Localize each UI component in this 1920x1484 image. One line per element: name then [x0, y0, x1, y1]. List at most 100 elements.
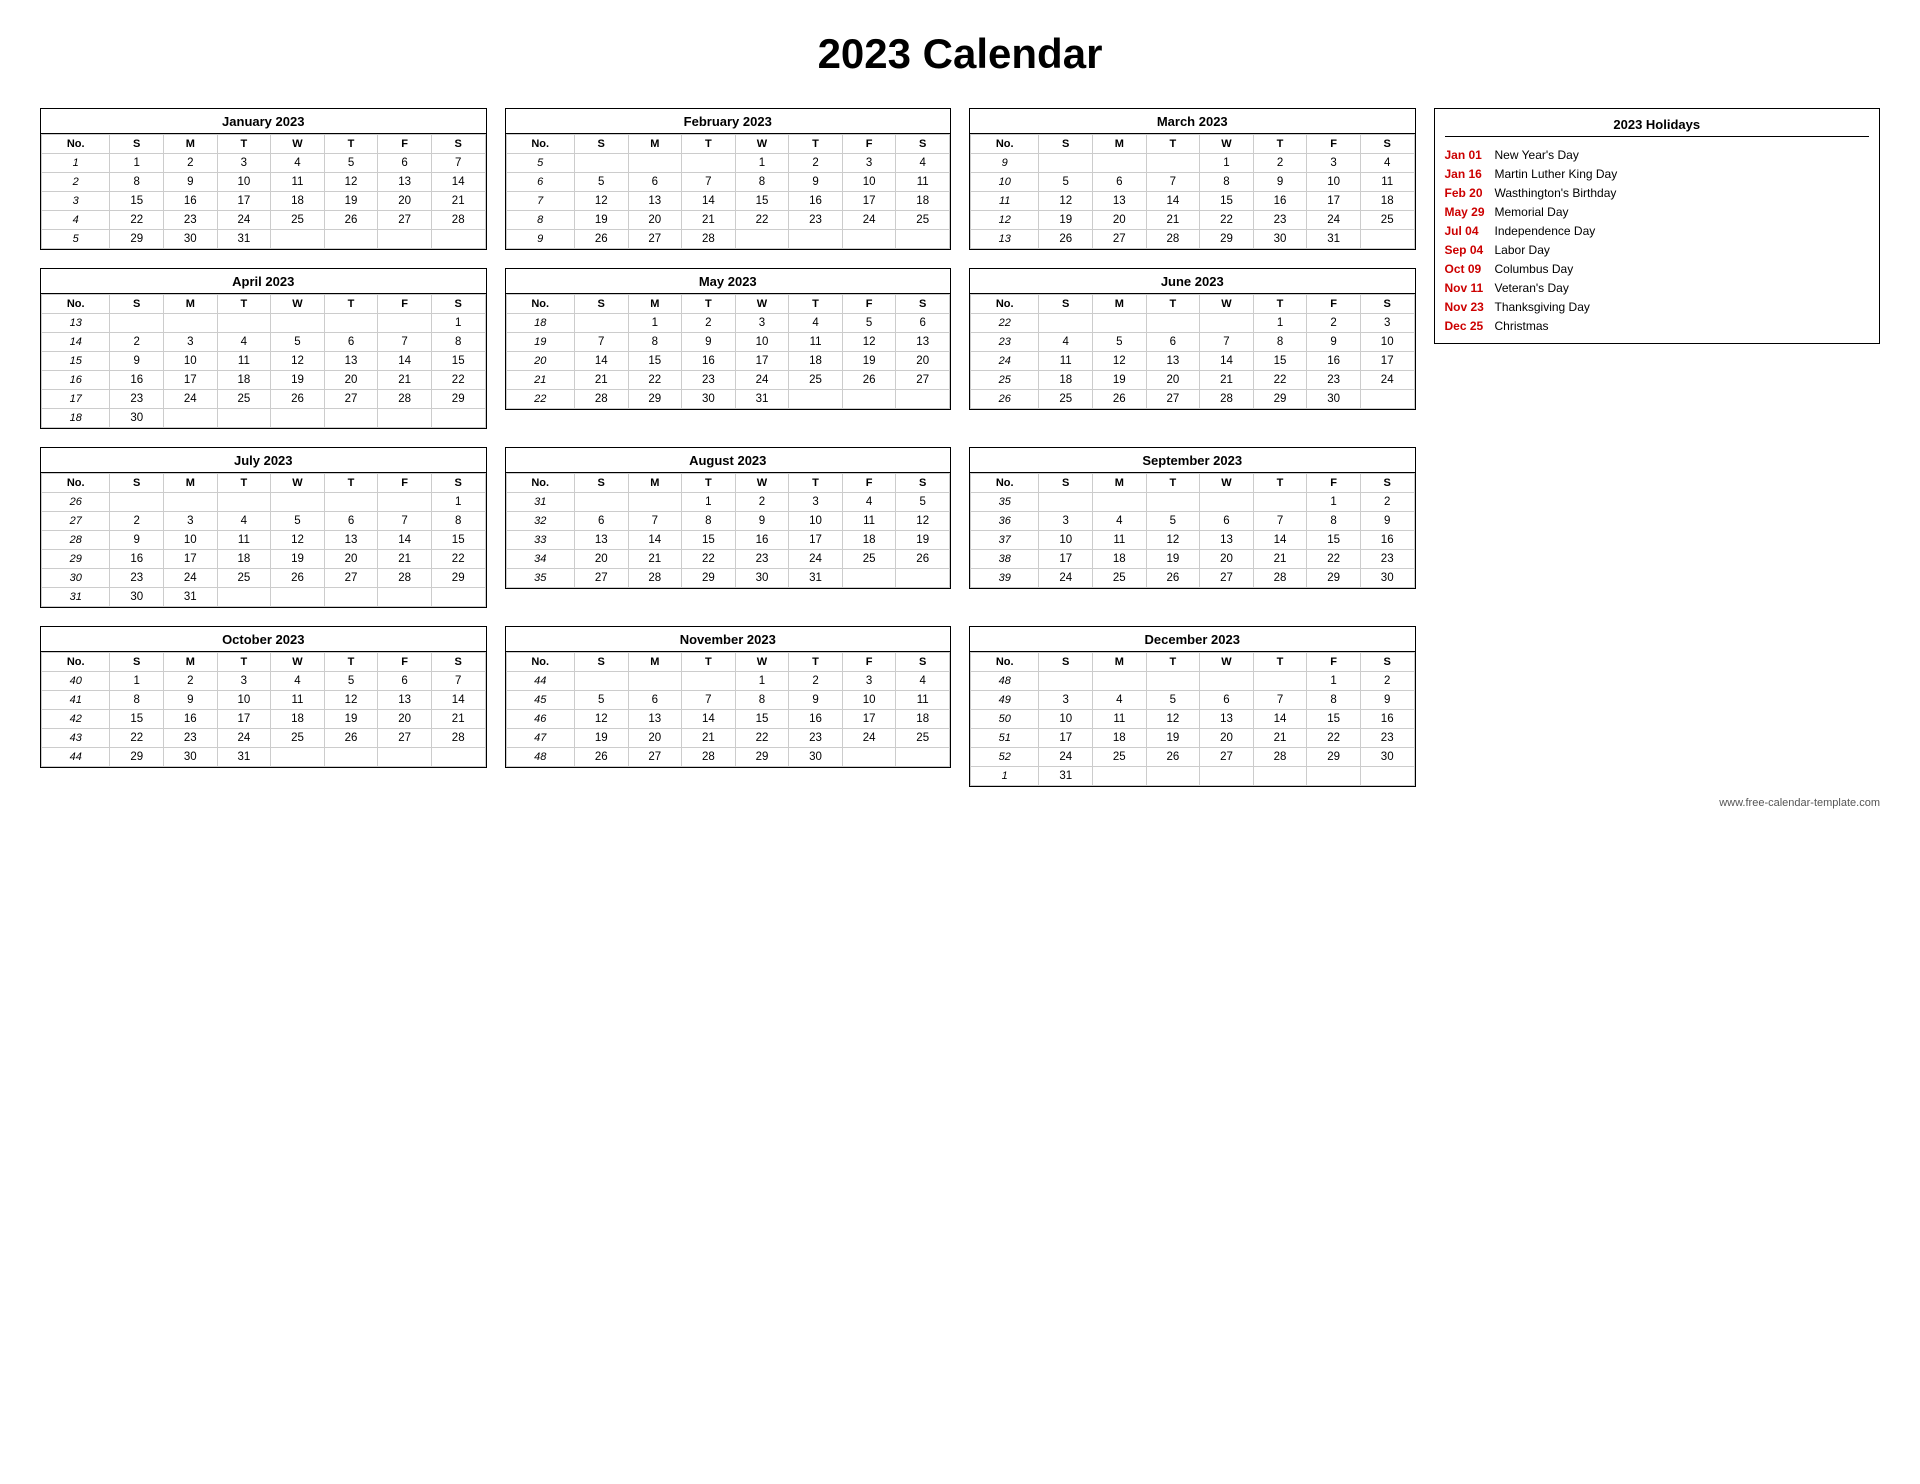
day-cell: 15: [628, 352, 682, 371]
day-header: T: [1146, 295, 1200, 314]
day-cell: 10: [1307, 173, 1361, 192]
holiday-name: Labor Day: [1495, 243, 1550, 257]
day-cell: 23: [164, 729, 218, 748]
day-cell: 16: [682, 352, 736, 371]
day-cell: [842, 569, 896, 588]
day-cell: 24: [842, 211, 896, 230]
day-header: S: [574, 135, 628, 154]
day-cell: [842, 230, 896, 249]
calendar-row: 2916171819202122: [42, 550, 486, 569]
day-cell: 18: [789, 352, 843, 371]
week-number: 47: [506, 729, 574, 748]
week-number: 18: [42, 409, 110, 428]
day-cell: [324, 409, 378, 428]
day-cell: 23: [110, 390, 164, 409]
week-number: 13: [42, 314, 110, 333]
day-cell: 25: [1360, 211, 1414, 230]
calendar-row: 3420212223242526: [506, 550, 950, 569]
day-cell: 17: [1307, 192, 1361, 211]
day-cell: 7: [378, 512, 432, 531]
day-cell: 24: [842, 729, 896, 748]
day-cell: 28: [431, 211, 485, 230]
day-header: F: [1307, 135, 1361, 154]
day-cell: 20: [378, 710, 432, 729]
day-cell: 20: [1146, 371, 1200, 390]
day-cell: 5: [324, 154, 378, 173]
day-cell: 29: [1200, 230, 1254, 249]
week-number: 35: [971, 493, 1039, 512]
day-cell: 12: [896, 512, 950, 531]
day-cell: [896, 748, 950, 767]
day-cell: 31: [1307, 230, 1361, 249]
day-header: T: [1253, 653, 1307, 672]
week-number: 44: [42, 748, 110, 767]
day-cell: [110, 493, 164, 512]
day-cell: 7: [378, 333, 432, 352]
day-cell: [1200, 493, 1254, 512]
day-cell: [271, 748, 325, 767]
day-cell: 9: [735, 512, 789, 531]
day-cell: 26: [1146, 748, 1200, 767]
day-cell: 15: [1253, 352, 1307, 371]
day-cell: 5: [324, 672, 378, 691]
day-cell: 27: [628, 748, 682, 767]
week-number: 44: [506, 672, 574, 691]
day-cell: 27: [1146, 390, 1200, 409]
holiday-item: Nov 11Veteran's Day: [1445, 278, 1870, 297]
month-block-september-2023: September 2023No.SMTWTFS3512363456789371…: [969, 447, 1416, 589]
day-cell: 3: [164, 512, 218, 531]
day-cell: 5: [271, 512, 325, 531]
day-cell: 8: [1307, 512, 1361, 531]
day-cell: 22: [628, 371, 682, 390]
day-cell: [324, 588, 378, 607]
day-cell: 11: [842, 512, 896, 531]
day-header: S: [431, 474, 485, 493]
day-cell: 28: [378, 569, 432, 588]
calendar-row: 3924252627282930: [971, 569, 1415, 588]
day-cell: 23: [1360, 729, 1414, 748]
day-cell: 27: [1200, 748, 1254, 767]
day-cell: [1093, 672, 1147, 691]
day-cell: 21: [628, 550, 682, 569]
day-cell: [1307, 767, 1361, 786]
calendar-row: 3112345: [506, 493, 950, 512]
day-cell: 18: [1093, 729, 1147, 748]
day-cell: 4: [271, 672, 325, 691]
day-cell: 20: [574, 550, 628, 569]
day-cell: 21: [431, 192, 485, 211]
week-number: 27: [42, 512, 110, 531]
day-cell: 13: [1200, 531, 1254, 550]
day-cell: 13: [378, 691, 432, 710]
holiday-item: Jan 16Martin Luther King Day: [1445, 164, 1870, 183]
day-cell: 22: [1307, 729, 1361, 748]
day-cell: 23: [789, 211, 843, 230]
day-cell: 15: [1307, 531, 1361, 550]
day-cell: 22: [1200, 211, 1254, 230]
day-cell: 18: [271, 710, 325, 729]
day-header: M: [1093, 474, 1147, 493]
calendar-row: 5117181920212223: [971, 729, 1415, 748]
day-cell: 10: [735, 333, 789, 352]
day-cell: 10: [1360, 333, 1414, 352]
day-cell: 10: [217, 691, 271, 710]
day-cell: 9: [164, 173, 218, 192]
day-cell: [628, 154, 682, 173]
day-cell: 13: [574, 531, 628, 550]
week-number: 13: [971, 230, 1039, 249]
day-cell: 24: [789, 550, 843, 569]
week-number: 38: [971, 550, 1039, 569]
day-cell: 12: [271, 531, 325, 550]
day-cell: 17: [217, 710, 271, 729]
day-cell: 29: [628, 390, 682, 409]
day-cell: 15: [431, 531, 485, 550]
day-cell: [1253, 672, 1307, 691]
day-cell: 14: [431, 173, 485, 192]
calendar-row: 13262728293031: [971, 230, 1415, 249]
day-cell: 29: [682, 569, 736, 588]
day-cell: 17: [735, 352, 789, 371]
day-cell: 22: [1253, 371, 1307, 390]
month-block-december-2023: December 2023No.SMTWTFS48124934567895010…: [969, 626, 1416, 787]
week-number: 20: [506, 352, 574, 371]
day-cell: 23: [735, 550, 789, 569]
day-cell: 10: [842, 691, 896, 710]
